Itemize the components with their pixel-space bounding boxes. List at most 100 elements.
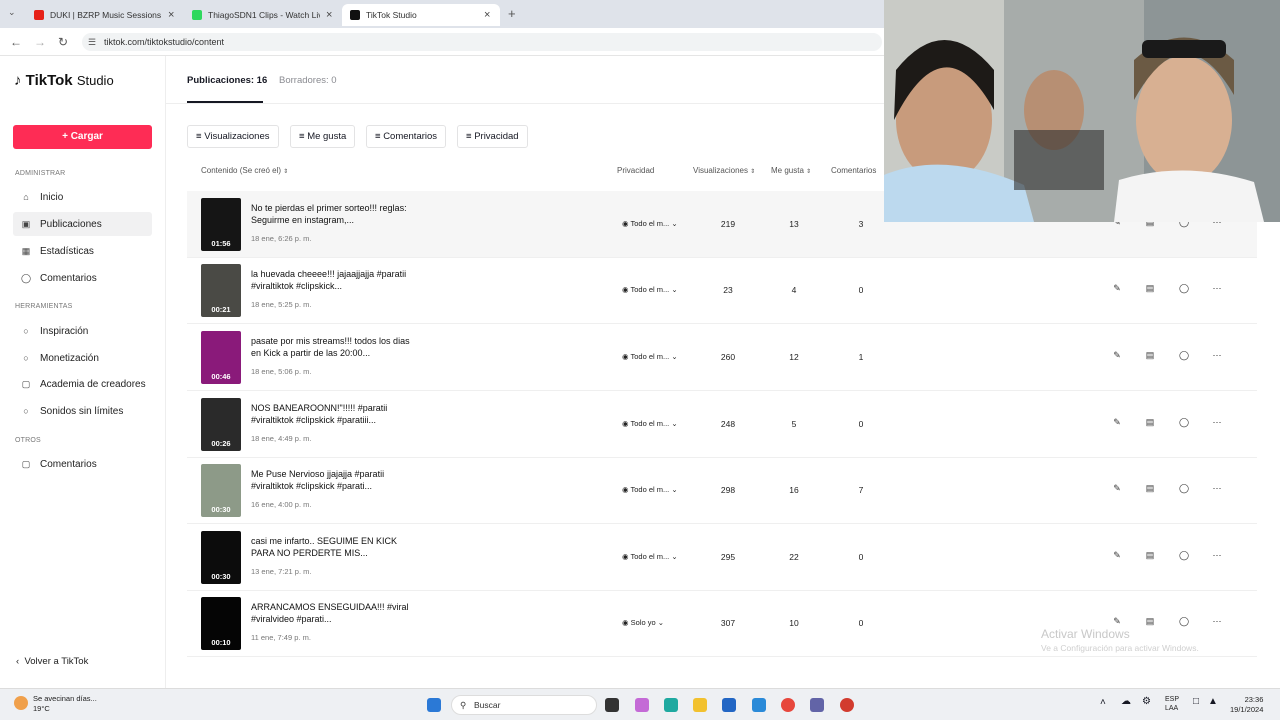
new-tab-button[interactable]: +: [508, 6, 516, 21]
column-header-likes[interactable]: Me gusta ⇕: [771, 166, 811, 175]
close-tab-icon[interactable]: ×: [326, 9, 332, 21]
privacy-select[interactable]: ◉ Todo el m... ⌄: [622, 285, 678, 294]
chevron-up-icon[interactable]: ˄: [1100, 697, 1106, 708]
stats-icon[interactable]: ▤: [1143, 616, 1157, 627]
file-explorer-icon[interactable]: [693, 698, 707, 712]
browser-tab-kick[interactable]: ThiagoSDN1 Clips - Watch Live ×: [184, 4, 342, 26]
privacy-select[interactable]: ◉ Todo el m... ⌄: [622, 352, 678, 361]
table-row[interactable]: 00:21 la huevada cheeee!!! jajaajjajja #p…: [187, 257, 1257, 324]
privacy-select[interactable]: ◉ Solo yo ⌄: [622, 618, 664, 627]
edit-icon[interactable]: ✎: [1110, 616, 1124, 627]
weather-widget[interactable]: Se avecinan días... 19°C: [33, 694, 97, 714]
stats-icon[interactable]: ▤: [1143, 550, 1157, 561]
language-indicator[interactable]: ESP LAA: [1165, 695, 1179, 713]
vscode-icon[interactable]: [752, 698, 766, 712]
stats-icon[interactable]: ▤: [1143, 350, 1157, 361]
edge-icon[interactable]: [664, 698, 678, 712]
store-icon[interactable]: [722, 698, 736, 712]
table-row[interactable]: 00:30 Me Puse Nervioso jjajajja #paratii …: [187, 457, 1257, 524]
video-caption[interactable]: Me Puse Nervioso jjajajja #paratii #vira…: [251, 469, 421, 492]
task-view-icon[interactable]: [605, 698, 619, 712]
column-header-views[interactable]: Visualizaciones ⇕: [693, 166, 755, 175]
edit-icon[interactable]: ✎: [1110, 417, 1124, 428]
sidebar-item-comentarios-otros[interactable]: ▢ Comentarios: [13, 452, 152, 476]
stats-icon[interactable]: ▤: [1143, 483, 1157, 494]
video-caption[interactable]: casi me infarto.. SEGUIME EN KICK PARA N…: [251, 536, 421, 559]
video-thumbnail[interactable]: 00:30: [201, 464, 241, 517]
sidebar-item-publicaciones[interactable]: ▣ Publicaciones: [13, 212, 152, 236]
tray-icon[interactable]: ⚙: [1142, 696, 1151, 707]
tab-borradores[interactable]: Borradores: 0: [279, 75, 337, 86]
edit-icon[interactable]: ✎: [1110, 483, 1124, 494]
filter-privacidad[interactable]: ≡ Privacidad: [457, 125, 528, 148]
table-row[interactable]: 00:30 casi me infarto.. SEGUIME EN KICK P…: [187, 524, 1257, 591]
teams-icon[interactable]: [810, 698, 824, 712]
video-thumbnail[interactable]: 00:46: [201, 331, 241, 384]
wifi-icon[interactable]: ▲: [1208, 696, 1218, 707]
comment-icon[interactable]: ◯: [1177, 283, 1191, 294]
video-caption[interactable]: ARRANCAMOS ENSEGUIDAA!!! #viral #viralvi…: [251, 602, 421, 625]
sidebar-item-estadisticas[interactable]: ▦ Estadísticas: [13, 239, 152, 263]
comment-icon[interactable]: ◯: [1177, 483, 1191, 494]
filter-me-gusta[interactable]: ≡ Me gusta: [290, 125, 356, 148]
comment-icon[interactable]: ◯: [1177, 350, 1191, 361]
sidebar-item-sonidos[interactable]: ○ Sonidos sin límites: [13, 399, 152, 423]
privacy-select[interactable]: ◉ Todo el m... ⌄: [622, 219, 678, 228]
video-caption[interactable]: pasate por mis streams!!! todos los dias…: [251, 336, 421, 359]
sidebar-item-comentarios[interactable]: ◯ Comentarios: [13, 266, 152, 290]
back-to-tiktok-link[interactable]: ‹ Volver a TikTok: [16, 656, 88, 667]
tab-list-chevron-icon[interactable]: ⌄: [8, 7, 16, 18]
start-windows-icon[interactable]: [427, 698, 441, 712]
site-info-icon[interactable]: ☰: [88, 33, 96, 51]
column-header-content[interactable]: Contenido (Se creó el) ⇕: [201, 166, 288, 175]
tiktok-studio-logo[interactable]: ♪ TikTok Studio: [14, 72, 114, 89]
app-icon[interactable]: [840, 698, 854, 712]
tab-publicaciones[interactable]: Publicaciones: 16: [187, 75, 267, 86]
more-options-icon[interactable]: ⋯: [1210, 350, 1224, 361]
copilot-icon[interactable]: [635, 698, 649, 712]
sidebar-item-inicio[interactable]: ⌂ Inicio: [13, 185, 152, 209]
edit-icon[interactable]: ✎: [1110, 350, 1124, 361]
url-field[interactable]: ☰ tiktok.com/tiktokstudio/content: [82, 33, 882, 51]
video-thumbnail[interactable]: 00:30: [201, 531, 241, 584]
more-options-icon[interactable]: ⋯: [1210, 550, 1224, 561]
reload-icon[interactable]: ↻: [58, 35, 68, 49]
filter-comentarios[interactable]: ≡ Comentarios: [366, 125, 447, 148]
table-row[interactable]: 00:26 NOS BANEAROONN!"!!!!! #paratii #vir…: [187, 391, 1257, 458]
comment-icon[interactable]: ◯: [1177, 550, 1191, 561]
close-tab-icon[interactable]: ×: [484, 9, 490, 21]
more-options-icon[interactable]: ⋯: [1210, 283, 1224, 294]
browser-tab-youtube[interactable]: DUKI | BZRP Music Sessions #5 ×: [26, 4, 184, 26]
clock[interactable]: 23:36 19/1/2024: [1230, 695, 1263, 715]
stats-icon[interactable]: ▤: [1143, 283, 1157, 294]
privacy-select[interactable]: ◉ Todo el m... ⌄: [622, 552, 678, 561]
upload-button[interactable]: + Cargar: [13, 125, 152, 149]
taskbar-search[interactable]: ⚲ Buscar: [451, 695, 597, 715]
more-options-icon[interactable]: ⋯: [1210, 483, 1224, 494]
video-thumbnail[interactable]: 01:56: [201, 198, 241, 251]
browser-tab-tiktok-studio[interactable]: TikTok Studio ×: [342, 4, 500, 26]
video-thumbnail[interactable]: 00:26: [201, 398, 241, 451]
back-arrow-icon[interactable]: ←: [10, 35, 22, 49]
weather-icon[interactable]: [14, 696, 28, 710]
comment-icon[interactable]: ◯: [1177, 616, 1191, 627]
filter-visualizaciones[interactable]: ≡ Visualizaciones: [187, 125, 279, 148]
column-header-comments[interactable]: Comentarios: [831, 166, 876, 175]
video-caption[interactable]: NOS BANEAROONN!"!!!!! #paratii #viraltik…: [251, 403, 421, 426]
privacy-select[interactable]: ◉ Todo el m... ⌄: [622, 419, 678, 428]
video-caption[interactable]: No te pierdas el primer sorteo!!! reglas…: [251, 203, 421, 226]
video-thumbnail[interactable]: 00:21: [201, 264, 241, 317]
video-caption[interactable]: la huevada cheeee!!! jajaajjajja #parati…: [251, 269, 421, 292]
chrome-icon[interactable]: [781, 698, 795, 712]
sidebar-item-academia[interactable]: ▢ Academia de creadores: [13, 372, 152, 396]
close-tab-icon[interactable]: ×: [168, 9, 174, 21]
more-options-icon[interactable]: ⋯: [1210, 616, 1224, 627]
privacy-select[interactable]: ◉ Todo el m... ⌄: [622, 485, 678, 494]
sidebar-item-inspiracion[interactable]: ○ Inspiración: [13, 319, 152, 343]
more-options-icon[interactable]: ⋯: [1210, 417, 1224, 428]
edit-icon[interactable]: ✎: [1110, 283, 1124, 294]
comment-icon[interactable]: ◯: [1177, 417, 1191, 428]
sidebar-item-monetizacion[interactable]: ○ Monetización: [13, 346, 152, 370]
tray-icon[interactable]: ☁: [1121, 696, 1131, 707]
edit-icon[interactable]: ✎: [1110, 550, 1124, 561]
